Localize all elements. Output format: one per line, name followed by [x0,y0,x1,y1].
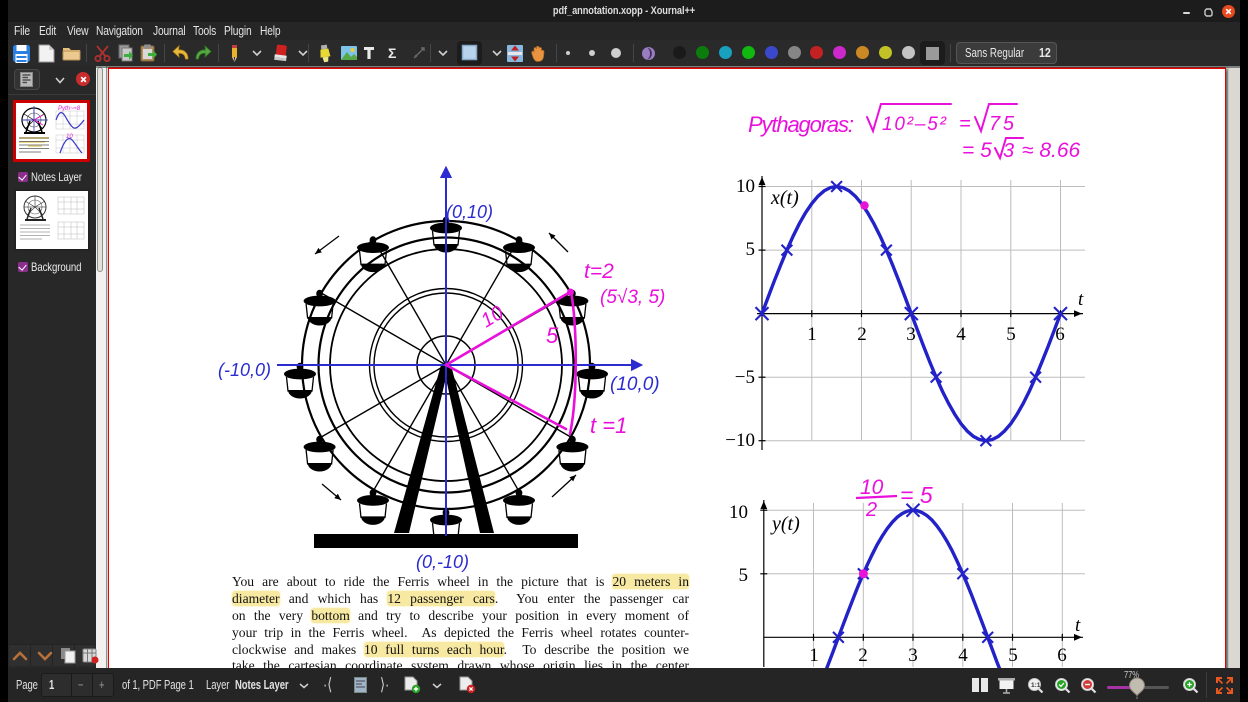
svg-text:Σ: Σ [388,46,396,60]
svg-text:1:1: 1:1 [1031,682,1041,689]
svg-text:10: 10 [66,134,73,140]
